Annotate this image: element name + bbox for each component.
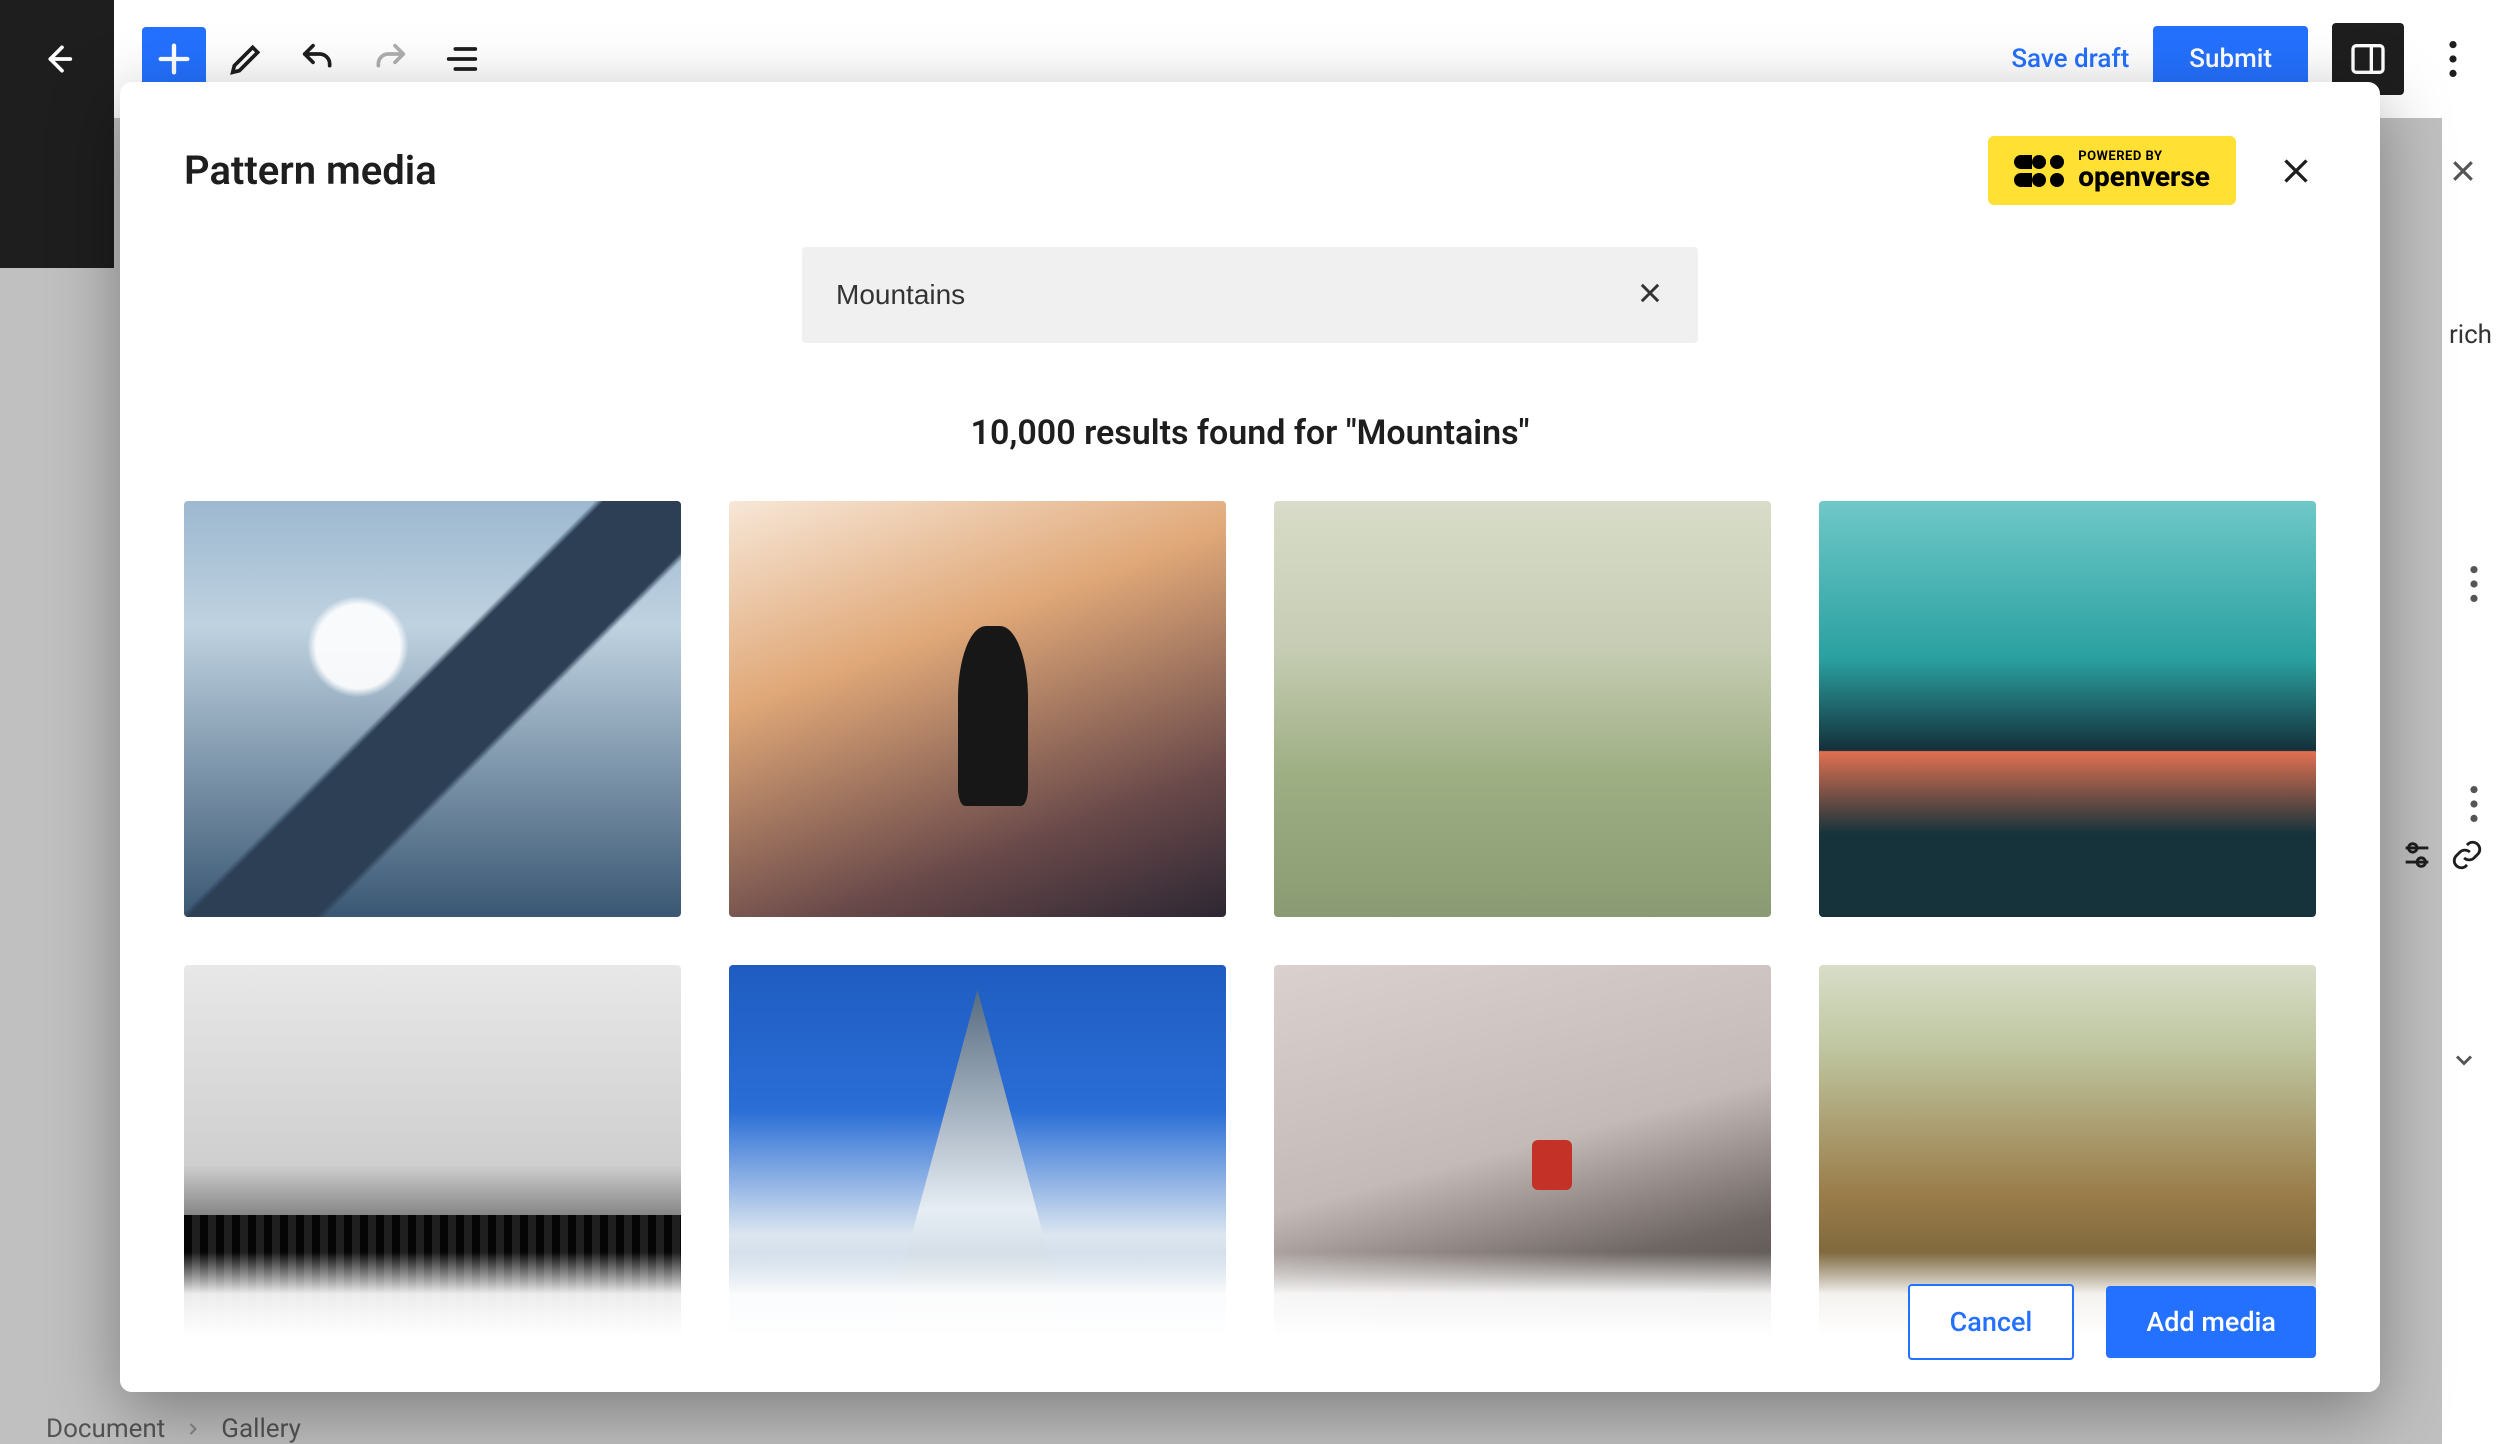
openverse-badge: POWERED BY openverse — [1988, 136, 2236, 205]
modal-close-button[interactable] — [2276, 151, 2316, 191]
more-vertical-icon — [2470, 566, 2478, 602]
link-icon[interactable] — [2450, 838, 2484, 872]
back-button[interactable] — [0, 0, 114, 118]
sidebar-close-button[interactable] — [2448, 156, 2478, 190]
search-box — [802, 247, 1698, 343]
pencil-icon — [226, 39, 266, 79]
settings-sidebar: rich — [2442, 118, 2502, 1444]
plus-icon — [154, 39, 194, 79]
close-icon — [2448, 156, 2478, 186]
undo-icon — [298, 39, 338, 79]
close-icon — [2278, 153, 2314, 189]
close-icon — [1636, 279, 1664, 307]
cancel-button[interactable]: Cancel — [1908, 1284, 2075, 1360]
search-clear-button[interactable] — [1636, 279, 1664, 311]
more-vertical-icon — [2449, 41, 2457, 77]
sidebar-link-tools — [2400, 838, 2484, 872]
chevron-right-icon — [183, 1419, 203, 1439]
media-thumbnail[interactable] — [729, 501, 1226, 917]
sidebar-section-toggle[interactable] — [2450, 1046, 2478, 1078]
sidebar-text-fragment: rich — [2449, 320, 2492, 350]
options-button[interactable] — [2428, 23, 2478, 95]
results-grid — [120, 501, 2380, 1381]
breadcrumb-level-1[interactable]: Document — [46, 1414, 165, 1444]
more-vertical-icon — [2470, 786, 2478, 822]
breadcrumb-level-2[interactable]: Gallery — [221, 1414, 301, 1444]
search-input[interactable] — [836, 279, 1596, 311]
save-draft-button[interactable]: Save draft — [2011, 44, 2129, 74]
sidebar-section-options-1[interactable] — [2470, 566, 2478, 606]
sidebar-section-options-2[interactable] — [2470, 786, 2478, 826]
editor-left-dark-strip — [0, 118, 114, 268]
add-media-button[interactable]: Add media — [2106, 1286, 2316, 1358]
redo-icon — [370, 39, 410, 79]
breadcrumb: Document Gallery — [46, 1414, 301, 1444]
modal-footer: Cancel Add media — [120, 1252, 2380, 1392]
openverse-logo-icon — [2014, 155, 2064, 187]
arrow-left-icon — [37, 39, 77, 79]
chevron-down-icon — [2450, 1046, 2478, 1074]
search-container — [120, 235, 2380, 371]
openverse-name: openverse — [2078, 163, 2210, 191]
media-thumbnail[interactable] — [1274, 501, 1771, 917]
list-icon — [442, 39, 482, 79]
results-count: 10,000 results found for "Mountains" — [120, 371, 2380, 501]
sidebar-icon — [2348, 39, 2388, 79]
media-thumbnail[interactable] — [1819, 501, 2316, 917]
modal-header: Pattern media POWERED BY openverse — [120, 82, 2380, 235]
pattern-media-modal: Pattern media POWERED BY openverse — [120, 82, 2380, 1392]
modal-title: Pattern media — [184, 147, 437, 194]
media-thumbnail[interactable] — [184, 501, 681, 917]
settings-slider-icon[interactable] — [2400, 838, 2434, 872]
